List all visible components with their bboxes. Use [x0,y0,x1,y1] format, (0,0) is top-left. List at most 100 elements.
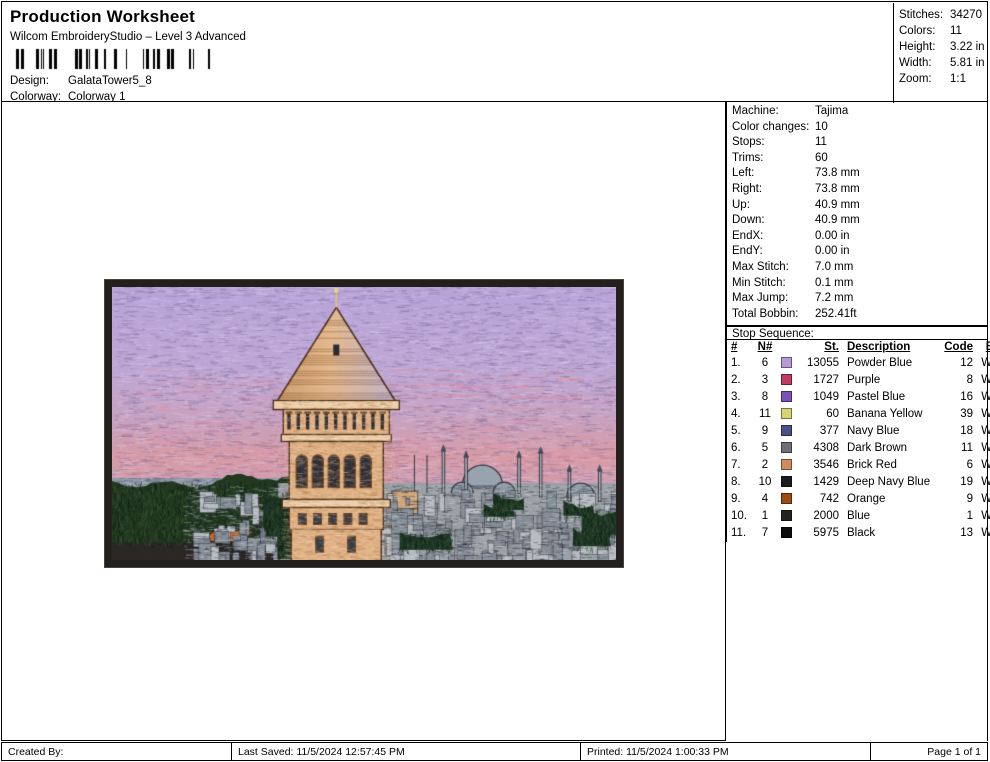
col-index-cell: 6. [731,442,741,454]
thread-color-swatch [777,491,795,508]
stat-value: 11 [950,25,962,37]
machine-value: 7.2 mm [815,292,854,305]
col-brand-cell: Wilcom [981,374,990,386]
machine-value: 252.41ft [815,307,857,320]
col-stitches-header: St. [824,341,839,353]
machine-value: 0.1 mm [815,276,854,289]
machine-value: 0.00 in [815,229,850,242]
thread-color-swatch [777,440,795,457]
col-brand-cell: Wilcom [981,459,990,471]
worksheet-footer: Created By: Last Saved: 11/5/2024 12:57:… [1,742,988,761]
col-index-cell: 4. [731,408,741,420]
machine-value: 40.9 mm [815,214,860,227]
machine-row-endy: EndY: 0.00 in [727,245,988,261]
col-needle-cell: 1 [761,510,769,522]
col-description-cell: Orange [847,493,886,505]
machine-value: 0.00 in [815,245,850,258]
stat-row-zoom: Zoom: 1:1 [894,73,990,89]
machine-row-left: Left: 73.8 mm [727,167,988,183]
col-needle-cell: 5 [761,442,769,454]
page-number-field: Page 1 of 1 [927,746,981,758]
col-stitches-cell: 13055 [807,357,839,369]
table-row[interactable]: 3. 8 1049 Pastel Blue 16 Wilcom [727,389,990,406]
col-needle-cell: 9 [761,425,769,437]
col-brand-cell: Wilcom [981,476,990,488]
machine-row-maxjump: Max Jump: 7.2 mm [727,292,988,308]
machine-row-maxstitch: Max Stitch: 7.0 mm [727,261,988,277]
machine-row-colorchanges: Color changes: 10 [727,121,988,137]
col-needle-cell: 4 [761,493,769,505]
stop-sequence-table-wrap: # N# St. Description Code Brand 1. 6 13055 Powde… [726,340,990,542]
machine-label: Trims: [732,151,764,164]
col-index-cell: 11. [731,527,747,539]
machine-value: 60 [815,151,828,164]
created-by-field: Created By: [8,746,64,758]
col-index-cell: 3. [731,391,741,403]
table-row[interactable]: 6. 5 4308 Dark Brown 11 Wilcom [727,440,990,457]
machine-label: EndX: [732,229,764,242]
stat-row-colors: Colors: 11 [894,25,990,41]
col-code-cell: 6 [966,459,973,471]
stop-sequence-heading: Stop Sequence: [726,326,988,340]
software-subtitle: Wilcom EmbroideryStudio – Level 3 Advanc… [10,31,246,43]
table-row[interactable]: 5. 9 377 Navy Blue 18 Wilcom [727,423,990,440]
col-brand-cell: Wilcom [981,408,990,420]
stat-value: 3.22 in [950,41,985,53]
machine-label: Right: [732,182,763,195]
table-header-row: # N# St. Description Code Brand [727,340,990,355]
machine-label: Left: [732,167,755,180]
page-title: Production Worksheet [10,7,196,26]
col-swatch-header [777,340,795,355]
machine-label: Down: [732,214,765,227]
table-row[interactable]: 10. 1 2000 Blue 1 Wilcom [727,508,990,525]
machine-value: 40.9 mm [815,198,860,211]
machine-label: Color changes: [732,120,810,133]
machine-row-trims: Trims: 60 [727,152,988,168]
table-row[interactable]: 2. 3 1727 Purple 8 Wilcom [727,372,990,389]
stop-sequence-table: # N# St. Description Code Brand 1. 6 13055 Powde… [727,340,990,542]
stat-value: 1:1 [950,73,966,85]
table-row[interactable]: 11. 7 5975 Black 13 Wilcom [727,525,990,542]
col-index-cell: 9. [731,493,741,505]
col-description-cell: Black [847,527,876,539]
col-stitches-cell: 60 [826,408,839,420]
col-needle-cell: 6 [761,357,769,369]
col-code-header: Code [944,341,973,353]
col-description-header: Description [847,341,911,353]
col-needle-cell: 7 [761,527,769,539]
table-row[interactable]: 7. 2 3546 Brick Red 6 Wilcom [727,457,990,474]
machine-details-box: Machine: Tajima Color changes: 10 Stops: 11 Tr… [726,102,988,327]
machine-row-machine: Machine: Tajima [727,105,988,121]
col-code-cell: 9 [966,493,973,505]
col-description-cell: Blue [847,510,871,522]
machine-label: Max Jump: [732,292,789,305]
table-row[interactable]: 4. 11 60 Banana Yellow 39 Wilcom [727,406,990,423]
machine-row-stops: Stops: 11 [727,136,988,152]
col-description-cell: Powder Blue [847,357,913,369]
thread-color-swatch [777,372,795,389]
stat-value: 5.81 in [950,57,985,69]
col-code-cell: 11 [961,442,973,454]
stat-row-height: Height: 3.22 in [894,41,990,57]
stat-label: Zoom: [899,73,932,85]
col-code-cell: 39 [960,408,973,420]
machine-value: 73.8 mm [815,167,860,180]
col-description-cell: Banana Yellow [847,408,923,420]
col-needle-cell: 10 [758,476,772,488]
col-stitches-cell: 1429 [813,476,839,488]
thread-color-swatch [777,474,795,491]
col-needle-cell: 3 [761,374,769,386]
col-needle-cell: 11 [759,408,771,420]
col-description-cell: Purple [847,374,881,386]
col-description-cell: Deep Navy Blue [847,476,931,488]
col-brand-cell: Wilcom [981,510,990,522]
machine-label: Up: [732,198,750,211]
stop-sequence-title-text: Stop Sequence: [732,328,814,340]
table-row[interactable]: 1. 6 13055 Powder Blue 12 Wilcom [727,355,990,372]
table-row[interactable]: 8. 10 1429 Deep Navy Blue 19 Wilcom [727,474,990,491]
machine-value: 7.0 mm [815,260,854,273]
machine-row-minstitch: Min Stitch: 0.1 mm [727,277,988,293]
table-row[interactable]: 9. 4 742 Orange 9 Wilcom [727,491,990,508]
thread-color-swatch [777,406,795,423]
machine-row-down: Down: 40.9 mm [727,214,988,230]
